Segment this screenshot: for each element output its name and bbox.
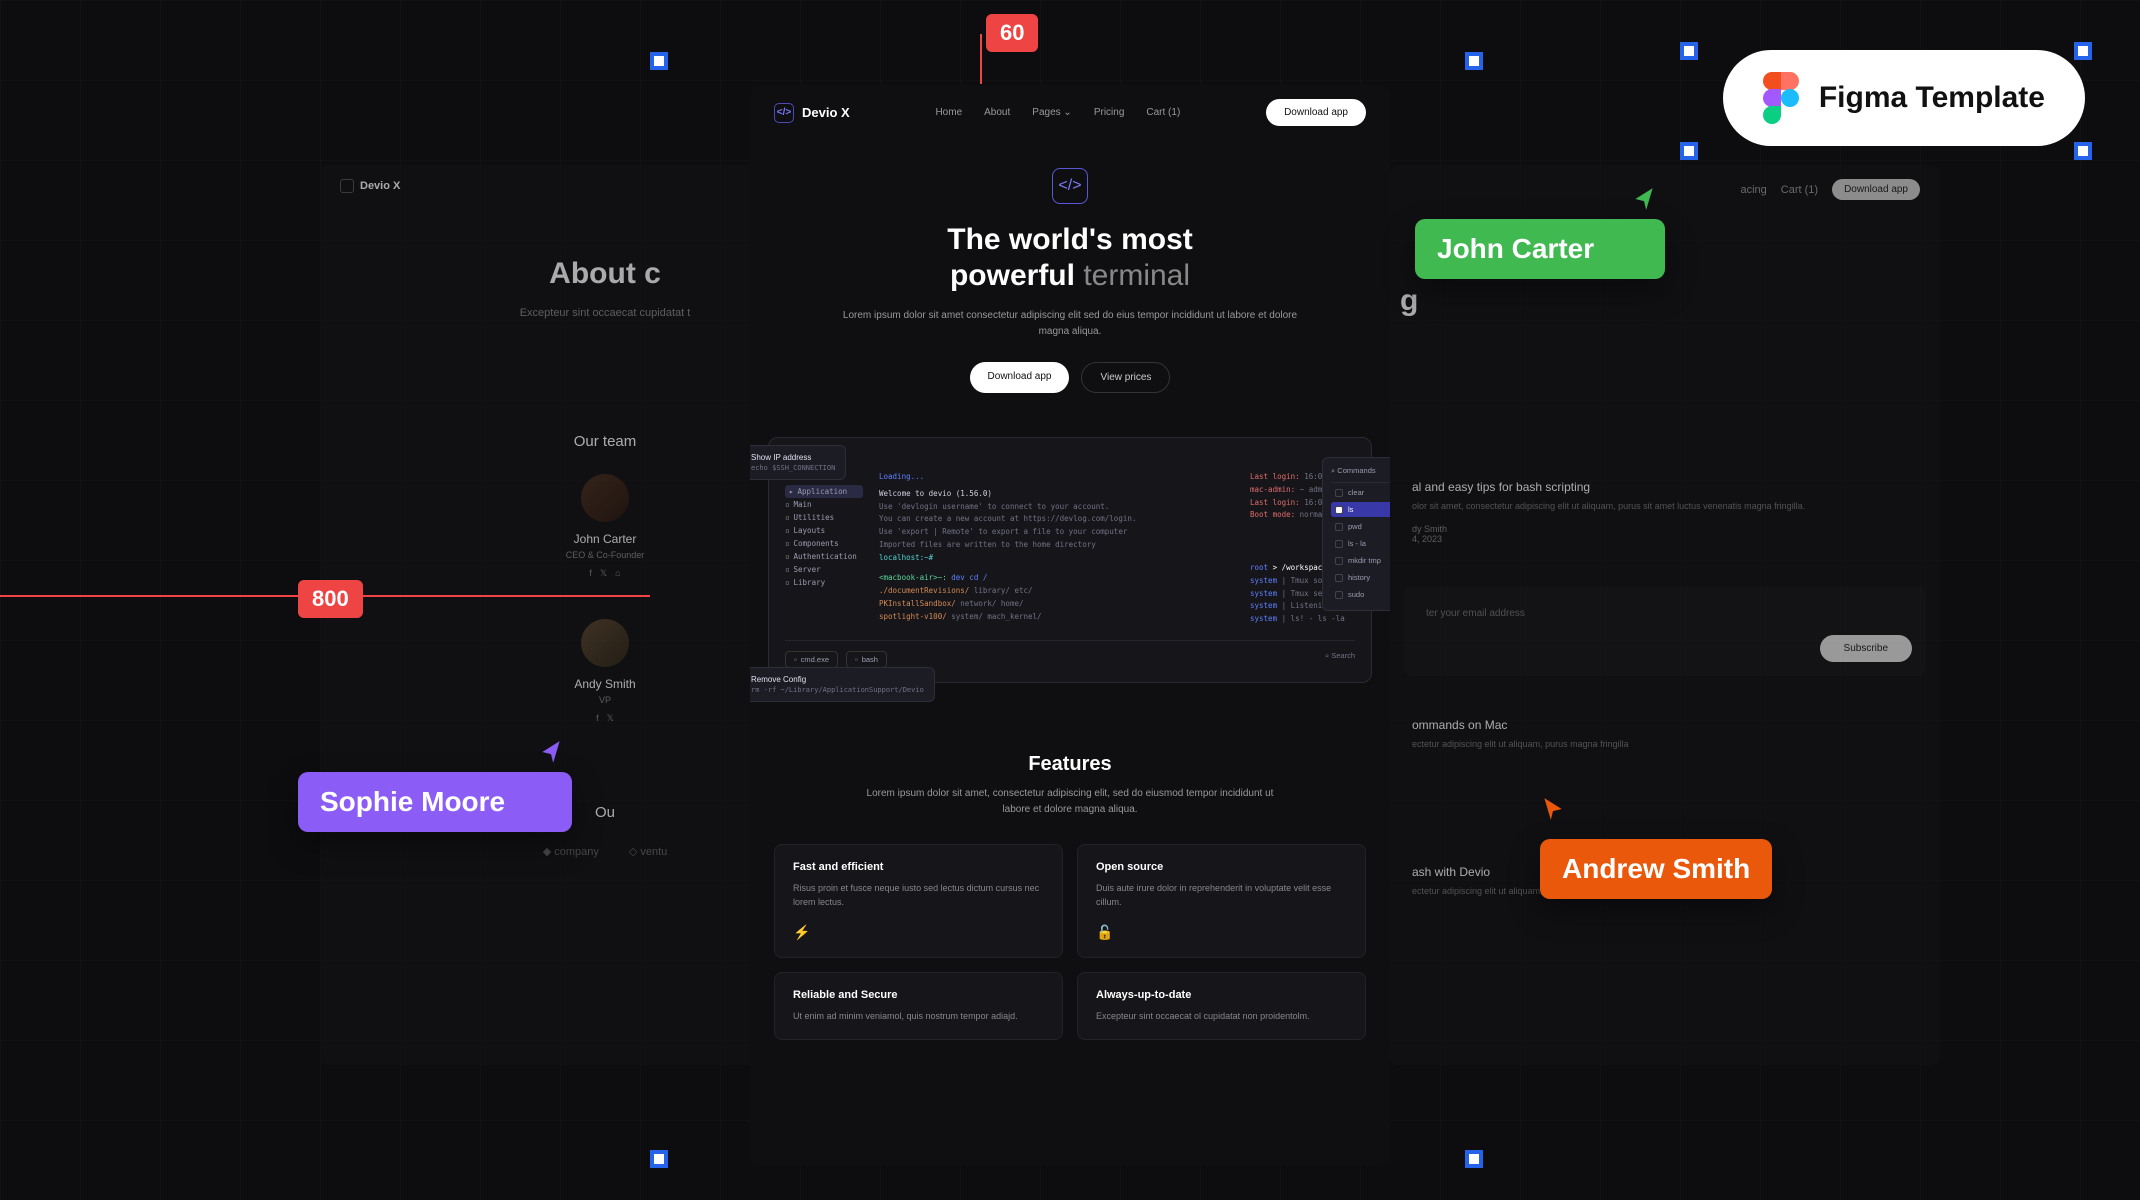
cursor-john: John Carter [1415,185,1665,279]
main-frame-landing: </> Devio X Home About Pages ⌄ Pricing C… [750,85,1390,1165]
folder-application[interactable]: ▸ Application [785,485,863,498]
tooltip-remove-config: ⊞ Remove Configrm -rf ~/Library/Applicat… [750,667,935,702]
hero-title: The world's most powerful terminal [790,222,1350,294]
cta-download-button[interactable]: Download app [970,362,1070,393]
cmd-ls-la[interactable]: ls - la [1331,536,1390,551]
hero-code-icon: </> [1052,168,1088,204]
window-controls [785,452,1355,459]
chevron-down-icon: ⌄ [1063,107,1071,118]
nav-home[interactable]: Home [935,107,962,118]
selection-handle-tr[interactable] [1465,52,1483,70]
cmd-mkdir[interactable]: mkdir tmp [1331,553,1390,568]
nav-cart[interactable]: Cart (1) [1146,107,1180,118]
pill-handle-br[interactable] [2074,142,2092,160]
folder-item[interactable]: ▫ Layouts [785,524,863,537]
pill-handle-tr[interactable] [2074,42,2092,60]
folder-item[interactable]: ▫ Main [785,498,863,511]
measure-badge-left: 800 [298,580,363,618]
cmd-history[interactable]: history [1331,570,1390,585]
cmd-clear[interactable]: clear [1331,485,1390,500]
subscribe-button[interactable]: Subscribe [1820,635,1912,662]
nav-about[interactable]: About [984,107,1010,118]
download-button[interactable]: Download app [1266,99,1366,126]
terminal-mockup: Folders ▸ Application ▫ Main ▫ Utilities… [768,437,1372,683]
cmd-sudo[interactable]: sudo [1331,587,1390,602]
cursor-sophie: Sophie Moore [298,738,572,832]
feature-uptodate: Always-up-to-date Excepteur sint occaeca… [1077,972,1366,1040]
measure-badge-top: 60 [986,14,1038,52]
tooltip-show-ip: ⊞ Show IP addressecho $SSH_CONNECTION [750,445,846,480]
logo-icon: </> [774,103,794,123]
folder-item[interactable]: ▫ Authentication [785,550,863,563]
nav-pricing[interactable]: Pricing [1094,107,1125,118]
folder-item[interactable]: ▫ Utilities [785,511,863,524]
folder-item[interactable]: ▫ Components [785,537,863,550]
lightning-icon: ⚡ [793,924,1044,941]
feature-opensource: Open source Duis aute irure dolor in rep… [1077,844,1366,958]
logo[interactable]: </> Devio X [774,103,850,123]
pill-handle-bl[interactable] [1680,142,1698,160]
figma-logo-icon [1763,72,1799,124]
tab-bash[interactable]: ▫ bash [846,651,887,668]
lock-open-icon: 🔓 [1096,924,1347,941]
feature-secure: Reliable and Secure Ut enim ad minim ven… [774,972,1063,1040]
cmd-ls[interactable]: ls [1331,502,1390,517]
terminal-search[interactable]: ⌕ Search [1325,651,1355,668]
features-heading: Features [774,753,1366,776]
main-nav: </> Devio X Home About Pages ⌄ Pricing C… [750,85,1390,140]
bg-frame-blog: acing Cart (1) Download app g al and eas… [1390,165,1940,1065]
features-subtitle: Lorem ipsum dolor sit amet, consectetur … [857,786,1283,818]
folder-item[interactable]: ▫ Server [785,563,863,576]
selection-handle-br[interactable] [1465,1150,1483,1168]
cursor-andrew: Andrew Smith [1540,795,1772,899]
hero-subtitle: Lorem ipsum dolor sit amet consectetur a… [832,308,1308,340]
selection-handle-bl[interactable] [650,1150,668,1168]
measure-line-top [980,34,982,84]
commands-search[interactable]: ⌕ Commands [1331,466,1390,483]
pill-handle-tl[interactable] [1680,42,1698,60]
selection-handle-tl[interactable] [650,52,668,70]
subscribe-input[interactable] [1418,600,1912,627]
nav-pages[interactable]: Pages ⌄ [1032,107,1072,118]
feature-fast: Fast and efficient Risus proin et fusce … [774,844,1063,958]
folder-item[interactable]: ▫ Library [785,576,863,589]
figma-template-pill[interactable]: Figma Template [1723,50,2085,146]
figma-pill-label: Figma Template [1819,81,2045,115]
tab-cmd[interactable]: ▫ cmd.exe [785,651,838,668]
cta-prices-button[interactable]: View prices [1081,362,1170,393]
commands-panel: ⌕ Commands clear ls pwd ls - la mkdir tm… [1322,457,1390,611]
cmd-pwd[interactable]: pwd [1331,519,1390,534]
